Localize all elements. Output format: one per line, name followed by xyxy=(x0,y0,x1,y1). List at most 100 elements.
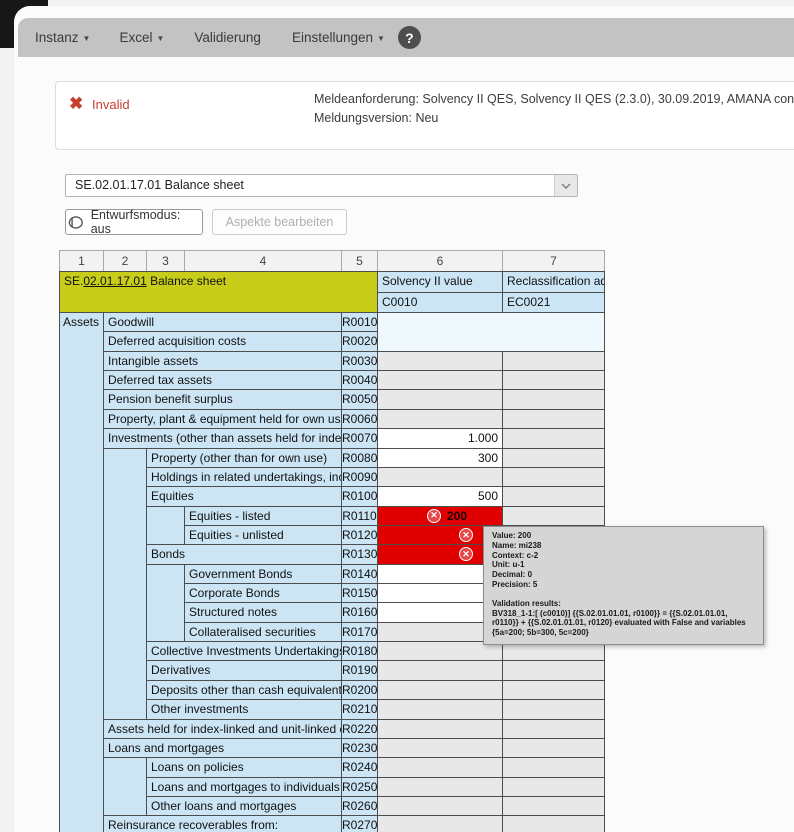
data-cell-na xyxy=(503,777,605,796)
row-group-cell xyxy=(59,331,104,350)
data-cell-na xyxy=(378,370,503,389)
indent-cell xyxy=(104,777,147,796)
indent-cell xyxy=(104,525,147,544)
column-number-row: 1234567 xyxy=(59,250,605,271)
table-title-cell: SE.02.01.17.01 Balance sheet xyxy=(59,271,378,312)
row-label: Reinsurance recoverables from: xyxy=(104,815,342,832)
indent-cell xyxy=(104,448,147,467)
chevron-down-icon: ▼ xyxy=(377,32,385,43)
validation-tooltip: Value: 200Name: mi238Context: c-2Unit: u… xyxy=(483,526,764,645)
data-cell-error[interactable]: ✕200 xyxy=(378,506,503,525)
chevron-down-icon: ▼ xyxy=(83,32,91,43)
template-select-value: SE.02.01.17.01 Balance sheet xyxy=(75,175,244,196)
row-code: R0080 xyxy=(342,448,378,467)
table-row: AssetsGoodwillR0010 xyxy=(59,312,605,331)
indent-cell xyxy=(147,583,185,602)
row-group-cell xyxy=(59,544,104,563)
table-row: Deposits other than cash equivalentsR020… xyxy=(59,680,605,699)
row-label: Equities - unlisted xyxy=(185,525,342,544)
data-cell-na xyxy=(378,660,503,679)
row-label: Structured notes xyxy=(185,602,342,621)
table-row: Holdings in related undertakings, includ… xyxy=(59,467,605,486)
menu-item-excel[interactable]: Excel ▼ xyxy=(119,30,164,45)
select-chevron-zone[interactable] xyxy=(554,175,577,196)
table-row: Property (other than for own use)R008030… xyxy=(59,448,605,467)
menu-item-einstellungen[interactable]: Einstellungen ▼ xyxy=(292,30,385,45)
menu-item-label: Excel xyxy=(119,30,152,45)
table-title-link[interactable]: 02.01.17.01 xyxy=(83,274,146,288)
table-row: Pension benefit surplusR0050 xyxy=(59,389,605,408)
data-cell-na xyxy=(503,467,605,486)
row-label: Loans and mortgages xyxy=(104,738,342,757)
column-number: 2 xyxy=(104,250,147,271)
row-group-cell xyxy=(59,602,104,621)
row-label: Holdings in related undertakings, includ… xyxy=(147,467,342,486)
row-code: R0170 xyxy=(342,622,378,641)
row-label: Goodwill xyxy=(104,312,342,331)
data-cell-na xyxy=(503,757,605,776)
report-meta: Meldeanforderung: Solvency II QES, Solve… xyxy=(314,90,794,127)
column-header-code: C0010 xyxy=(378,292,503,313)
status-panel: ✖ Invalid Meldeanforderung: Solvency II … xyxy=(55,81,794,150)
indent-cell xyxy=(104,680,147,699)
data-cell-na xyxy=(503,351,605,370)
data-cell-na xyxy=(503,815,605,832)
data-cell-na xyxy=(378,757,503,776)
chevron-down-icon: ▼ xyxy=(156,32,164,43)
error-cross-icon: ✕ xyxy=(427,509,441,523)
row-label: Corporate Bonds xyxy=(185,583,342,602)
column-header-code: EC0021 xyxy=(503,292,605,313)
help-icon[interactable]: ? xyxy=(398,26,421,49)
error-cross-icon: ✕ xyxy=(459,547,473,561)
data-cell-value[interactable]: 500 xyxy=(378,486,503,505)
row-code: R0140 xyxy=(342,564,378,583)
edit-aspects-button[interactable]: Aspekte bearbeiten xyxy=(212,209,347,235)
status-badge: Invalid xyxy=(92,97,130,112)
row-label: Other investments xyxy=(147,699,342,718)
row-group-cell xyxy=(59,796,104,815)
menu-item-validierung[interactable]: Validierung xyxy=(194,30,261,45)
data-cell-na xyxy=(503,506,605,525)
row-code: R0130 xyxy=(342,544,378,563)
row-code: R0260 xyxy=(342,796,378,815)
table-row: Property, plant & equipment held for own… xyxy=(59,409,605,428)
row-code: R0090 xyxy=(342,467,378,486)
row-label: Bonds xyxy=(147,544,342,563)
data-cell-value[interactable]: 1.000 xyxy=(378,428,503,447)
indent-cell xyxy=(147,602,185,621)
row-code: R0120 xyxy=(342,525,378,544)
table-row: Deferred tax assetsR0040 xyxy=(59,370,605,389)
row-group-cell xyxy=(59,641,104,660)
data-cell-na xyxy=(378,815,503,832)
indent-cell xyxy=(104,583,147,602)
row-code: R0070 xyxy=(342,428,378,447)
column-number: 1 xyxy=(59,250,104,271)
row-group-cell xyxy=(59,525,104,544)
data-cell-na xyxy=(378,699,503,718)
menu-item-instanz[interactable]: Instanz ▼ xyxy=(35,30,90,45)
row-label: Equities xyxy=(147,486,342,505)
row-code: R0270 xyxy=(342,815,378,832)
row-label: Investments (other than assets held for … xyxy=(104,428,342,447)
data-cell-na xyxy=(503,428,605,447)
tooltip-fact-lines: Value: 200Name: mi238Context: c-2Unit: u… xyxy=(492,531,755,590)
tooltip-line: Precision: 5 xyxy=(492,580,755,590)
row-group-cell xyxy=(59,622,104,641)
table-title-prefix: SE. xyxy=(64,274,83,288)
table-row: Intangible assetsR0030 xyxy=(59,351,605,370)
table-row: DerivativesR0190 xyxy=(59,660,605,679)
template-select[interactable]: SE.02.01.17.01 Balance sheet xyxy=(65,174,578,197)
draft-mode-label: Entwurfsmodus: aus xyxy=(91,208,202,236)
data-cell-na xyxy=(378,351,503,370)
column-number: 3 xyxy=(147,250,185,271)
indent-cell xyxy=(104,641,147,660)
indent-cell xyxy=(147,622,185,641)
data-cell-value[interactable]: 300 xyxy=(378,448,503,467)
row-group-cell xyxy=(59,719,104,738)
row-group-cell xyxy=(59,738,104,757)
table-row: Assets held for index-linked and unit-li… xyxy=(59,719,605,738)
row-group-cell xyxy=(59,564,104,583)
draft-mode-button[interactable]: Entwurfsmodus: aus xyxy=(65,209,203,235)
row-group-cell xyxy=(59,815,104,832)
data-cell-merged-empty xyxy=(378,331,605,350)
